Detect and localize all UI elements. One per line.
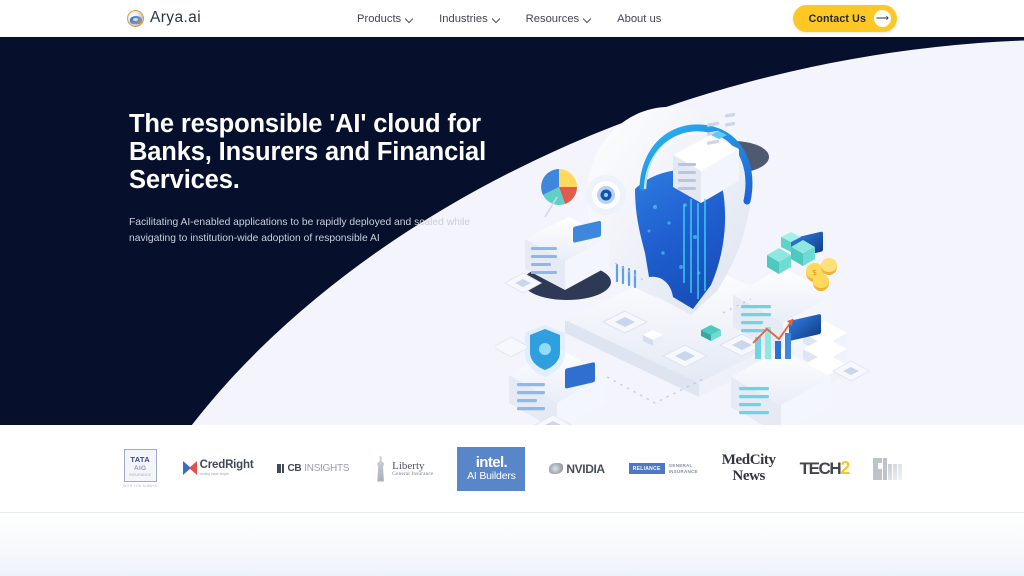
nav-item-about-us[interactable]: About us: [617, 13, 661, 25]
nav-label-resources: Resources: [525, 12, 580, 25]
logo-medcity-label1: MedCity: [721, 452, 776, 469]
logo-liberty-label1: Liberty: [392, 459, 425, 472]
logo-tech2-label1: TECH: [799, 459, 842, 478]
logo-tata-aig: TATA AIG INSURANCE WITH YOU ALWAYS: [122, 447, 159, 491]
contact-us-label: Contact Us: [808, 12, 866, 25]
logo-tata-line1: TATA: [130, 454, 150, 464]
brand-logo[interactable]: Arya.ai: [127, 5, 201, 31]
chevron-down-icon: [584, 15, 591, 22]
logo-liberty-label2: General Insurance: [392, 470, 434, 477]
logo-nvidia: NVIDIA: [549, 461, 605, 476]
nav-label-products: Products: [357, 12, 402, 25]
logo-reliance-badge: RELIANCE: [628, 463, 665, 474]
logo-liberty-general-insurance: Liberty General Insurance: [373, 455, 434, 482]
credright-mark-icon: [182, 461, 197, 476]
logo-intel-label2: AI Builders: [467, 470, 516, 483]
svg-text:$: $: [812, 268, 817, 277]
logo-intel-ai-builders: intel. AI Builders: [457, 446, 526, 491]
hero-heading: The responsible 'AI' cloud for Banks, In…: [129, 110, 487, 194]
nav-item-industries[interactable]: Industries: [439, 13, 500, 25]
chevron-down-icon: [493, 15, 500, 22]
logo-medcity-news: MedCity News: [721, 452, 776, 484]
main-navigation: Products Industries Resources About us: [357, 0, 661, 37]
nav-item-resources[interactable]: Resources: [526, 13, 591, 25]
logo-cb-insights: CB INSIGHTS: [277, 463, 349, 474]
hero-copy: The responsible 'AI' cloud for Banks, In…: [129, 110, 529, 247]
nav-item-products[interactable]: Products: [357, 13, 413, 25]
brand-name: Arya.ai: [150, 9, 202, 26]
logo-tata-caption: WITH YOU ALWAYS: [123, 484, 158, 488]
nav-label-industries: Industries: [439, 12, 488, 25]
chevron-down-icon: [406, 15, 413, 22]
logo-nvidia-label: NVIDIA: [566, 461, 605, 476]
logo-cb-label1: CB: [287, 463, 302, 474]
logo-tech2-label2: 2: [840, 458, 850, 478]
logo-cb-label2: INSIGHTS: [304, 463, 350, 474]
nav-label-about-us: About us: [617, 12, 662, 25]
logo-tata-line3: INSURANCE: [129, 472, 152, 477]
next-section-placeholder: [0, 514, 1024, 576]
hero-subheading: Facilitating AI-enabled applications to …: [129, 217, 471, 244]
hero-illustration: $: [495, 77, 915, 425]
logo-reliance-general-insurance: RELIANCE GENERAL INSURANCE: [628, 463, 698, 474]
nvidia-eye-icon: [549, 463, 564, 474]
site-header: Arya.ai Products Industries Resources Ab…: [0, 0, 1024, 37]
arya-brain-logo-icon: [127, 9, 144, 27]
logo-reliance-label2: INSURANCE: [668, 468, 698, 474]
logo-intel-label1: intel.: [475, 454, 508, 472]
logo-tech2: TECH 2: [799, 458, 851, 479]
cb-square-icon: [277, 464, 285, 473]
logo-aim: [873, 457, 903, 480]
contact-us-button[interactable]: Contact Us ⟶: [792, 5, 897, 32]
arrow-right-icon: ⟶: [874, 10, 891, 27]
logo-tata-line2: AIG: [133, 464, 147, 472]
partner-logos-strip: TATA AIG INSURANCE WITH YOU ALWAYS CredR…: [0, 425, 1024, 513]
logo-credright-label: CredRight: [199, 459, 254, 472]
statue-of-liberty-icon: [377, 455, 385, 482]
logo-credright-sub: lending made simple: [199, 472, 229, 477]
logo-medcity-label2: News: [732, 467, 765, 484]
logo-credright: CredRight lending made simple: [182, 459, 254, 477]
hero-section: The responsible 'AI' cloud for Banks, In…: [0, 37, 1024, 425]
